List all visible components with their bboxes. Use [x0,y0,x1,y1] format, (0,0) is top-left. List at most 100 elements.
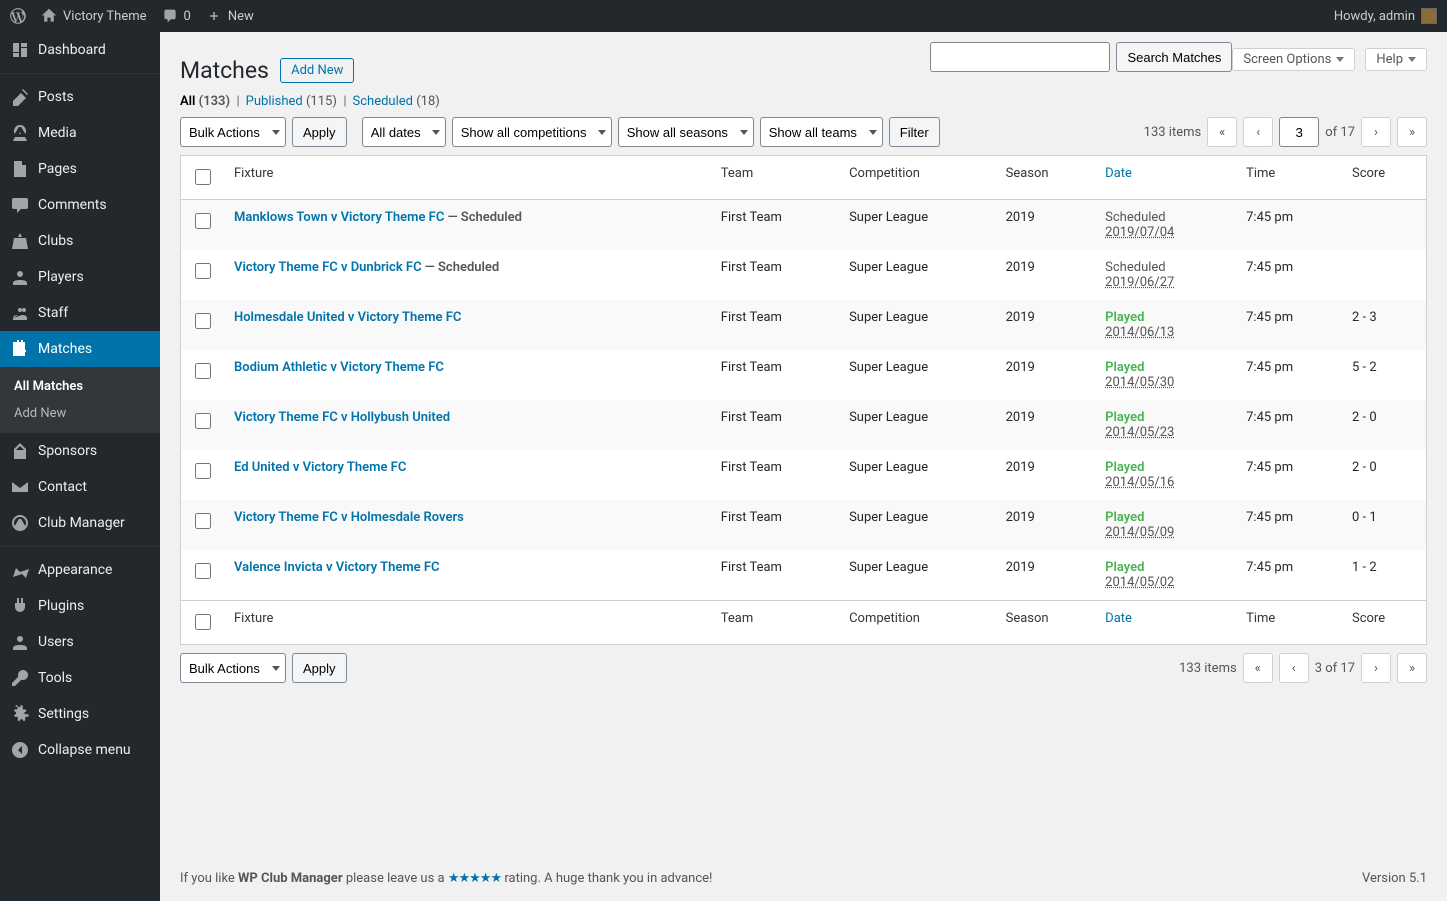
account-link[interactable]: Howdy, admin [1334,8,1437,24]
row-checkbox[interactable] [195,463,211,479]
fixture-link[interactable]: Bodium Athletic v Victory Theme FC [234,360,444,375]
help-button[interactable]: Help [1365,48,1427,71]
seasons-filter-select[interactable]: Show all seasons [618,117,754,147]
fixture-link[interactable]: Victory Theme FC v Hollybush United [234,410,450,425]
comments-link[interactable]: 0 [162,8,191,24]
sidebar-item-tools[interactable]: Tools [0,660,160,696]
filter-button[interactable]: Filter [889,117,940,147]
col-score[interactable]: Score [1342,156,1426,200]
col-competition[interactable]: Competition [839,156,996,200]
sidebar-item-comments[interactable]: Comments [0,187,160,223]
fixture-link[interactable]: Holmesdale United v Victory Theme FC [234,310,461,325]
main-content: Screen Options Help Matches Add New Sear… [160,32,1447,901]
sidebar-item-pages[interactable]: Pages [0,151,160,187]
first-page-button[interactable]: « [1207,117,1237,147]
col-fixture[interactable]: Fixture [224,156,711,200]
competitions-filter-select[interactable]: Show all competitions [452,117,612,147]
sidebar-item-label: Matches [38,341,92,357]
last-page-button[interactable]: » [1397,653,1427,683]
table-row: Bodium Athletic v Victory Theme FC First… [181,350,1426,400]
row-checkbox[interactable] [195,413,211,429]
fixture-link[interactable]: Victory Theme FC v Holmesdale Rovers [234,510,464,525]
row-checkbox[interactable] [195,363,211,379]
current-page-input[interactable] [1279,117,1319,147]
add-new-button[interactable]: Add New [280,58,354,83]
col-date[interactable]: Date [1095,156,1236,200]
sidebar-item-matches[interactable]: Matches [0,331,160,367]
cell-time: 7:45 pm [1236,200,1342,250]
sidebar-item-contact[interactable]: Contact [0,469,160,505]
cell-score: 1 - 2 [1342,550,1426,600]
submenu-add-new[interactable]: Add New [0,400,160,427]
bulk-actions-select[interactable]: Bulk Actions [180,117,286,147]
wp-logo[interactable] [10,8,26,24]
cell-season: 2019 [996,200,1096,250]
sidebar-item-media[interactable]: Media [0,115,160,151]
col-season[interactable]: Season [996,156,1096,200]
filter-all[interactable]: All (133) [180,94,230,109]
filter-scheduled[interactable]: Scheduled (18) [353,94,440,109]
site-home-link[interactable]: Victory Theme [41,8,147,24]
prev-page-button[interactable]: ‹ [1279,653,1309,683]
new-content-link[interactable]: New [206,8,254,24]
sidebar-item-appearance[interactable]: Appearance [0,552,160,588]
sidebar-item-players[interactable]: Players [0,259,160,295]
cell-score: 2 - 0 [1342,400,1426,450]
row-checkbox[interactable] [195,513,211,529]
sidebar-item-posts[interactable]: Posts [0,79,160,115]
row-checkbox[interactable] [195,563,211,579]
fixture-link[interactable]: Valence Invicta v Victory Theme FC [234,560,440,575]
cell-date: Played2014/05/02 [1095,550,1236,600]
filter-published[interactable]: Published (115) [246,94,337,109]
sidebar-item-collapse[interactable]: Collapse menu [0,732,160,768]
row-checkbox[interactable] [195,213,211,229]
next-page-button[interactable]: › [1361,117,1391,147]
next-page-button[interactable]: › [1361,653,1391,683]
fixture-link[interactable]: Victory Theme FC v Dunbrick FC [234,260,422,275]
cell-time: 7:45 pm [1236,350,1342,400]
row-checkbox[interactable] [195,263,211,279]
select-all-checkbox[interactable] [195,169,211,185]
submenu-all-matches[interactable]: All Matches [0,373,160,400]
screen-options-button[interactable]: Screen Options [1232,48,1355,71]
cell-team: First Team [711,450,839,500]
col-team[interactable]: Team [711,156,839,200]
admin-sidebar: Dashboard Posts Media Pages Comments Clu… [0,32,160,901]
bulk-actions-select-bottom[interactable]: Bulk Actions [180,653,286,683]
cell-competition: Super League [839,500,996,550]
caret-down-icon [1408,57,1416,62]
cell-score: 5 - 2 [1342,350,1426,400]
sidebar-item-dashboard[interactable]: Dashboard [0,32,160,68]
sidebar-item-plugins[interactable]: Plugins [0,588,160,624]
users-icon [10,632,30,652]
apply-bulk-button-bottom[interactable]: Apply [292,653,347,683]
rating-stars[interactable]: ★★★★★ [448,871,501,886]
sidebar-item-sponsors[interactable]: Sponsors [0,433,160,469]
sidebar-item-staff[interactable]: Staff [0,295,160,331]
row-checkbox[interactable] [195,313,211,329]
search-button[interactable]: Search Matches [1116,42,1232,72]
site-name: Victory Theme [63,9,147,24]
col-time[interactable]: Time [1236,156,1342,200]
first-page-button[interactable]: « [1243,653,1273,683]
sidebar-item-settings[interactable]: Settings [0,696,160,732]
sponsors-icon [10,441,30,461]
sidebar-item-users[interactable]: Users [0,624,160,660]
select-all-checkbox-bottom[interactable] [195,614,211,630]
admin-bar: Victory Theme 0 New Howdy, admin [0,0,1447,32]
apply-bulk-button[interactable]: Apply [292,117,347,147]
fixture-link[interactable]: Ed United v Victory Theme FC [234,460,406,475]
search-input[interactable] [930,42,1110,72]
of-total: of 17 [1325,125,1355,140]
sidebar-item-club-manager[interactable]: Club Manager [0,505,160,541]
dates-filter-select[interactable]: All dates [362,117,446,147]
fixture-link[interactable]: Manklows Town v Victory Theme FC [234,210,444,225]
players-icon [10,267,30,287]
sidebar-item-label: Pages [38,161,77,177]
cell-team: First Team [711,300,839,350]
last-page-button[interactable]: » [1397,117,1427,147]
cell-date: Scheduled2019/06/27 [1095,250,1236,300]
prev-page-button[interactable]: ‹ [1243,117,1273,147]
sidebar-item-clubs[interactable]: Clubs [0,223,160,259]
teams-filter-select[interactable]: Show all teams [760,117,883,147]
